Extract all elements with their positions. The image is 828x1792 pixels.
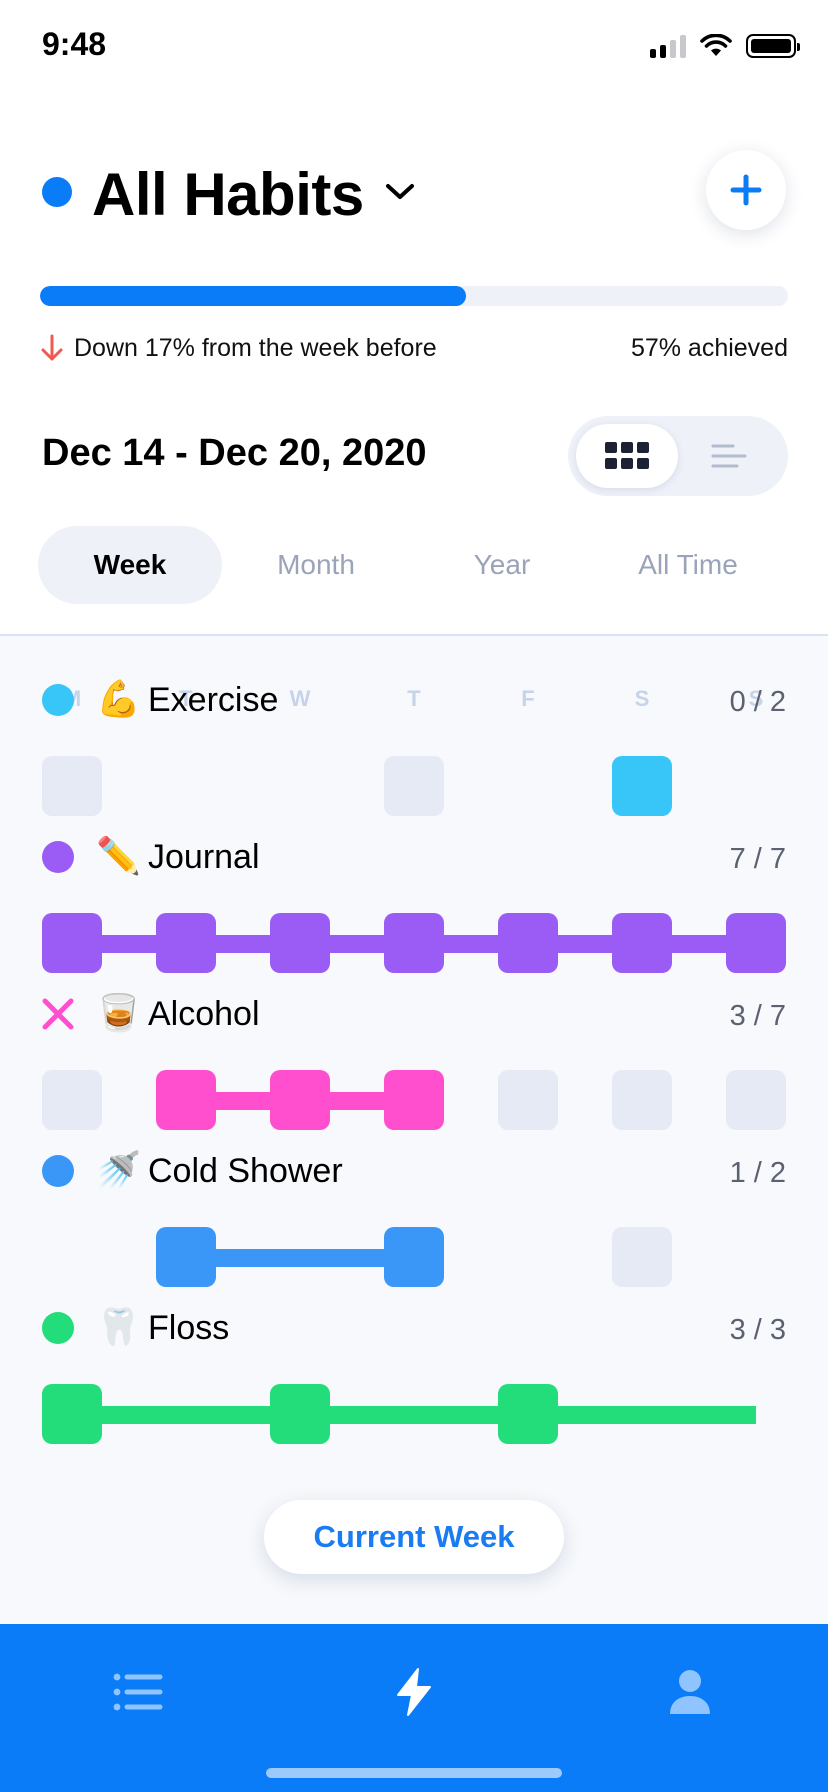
habit-status-dot[interactable] <box>42 1312 74 1344</box>
day-cell-done[interactable] <box>42 1384 102 1444</box>
habit-name: Floss <box>148 1309 230 1347</box>
habit-day-row <box>42 1070 786 1130</box>
habit-name: Journal <box>148 838 260 876</box>
tab-year[interactable]: Year <box>410 526 594 604</box>
day-cell-done[interactable] <box>384 1070 444 1130</box>
streak-connector <box>528 1406 756 1424</box>
day-cell-empty[interactable] <box>384 756 444 816</box>
day-cell-empty[interactable] <box>726 1070 786 1130</box>
day-cell-done[interactable] <box>270 1070 330 1130</box>
day-cell-empty[interactable] <box>42 756 102 816</box>
habit-row[interactable]: 💪 Exercise 0 / 2 <box>0 672 828 842</box>
status-bar: 9:48 <box>0 0 828 90</box>
period-tabs: Week Month Year All Time <box>38 526 798 604</box>
day-cell-done[interactable] <box>270 1384 330 1444</box>
habit-row[interactable]: ✏️ Journal 7 / 7 <box>0 829 828 999</box>
day-cell-done[interactable] <box>726 913 786 973</box>
habit-emoji: 🦷 <box>96 1307 141 1348</box>
profile-icon <box>670 1670 710 1714</box>
weekly-progress-fill <box>40 286 467 306</box>
tab-month[interactable]: Month <box>224 526 408 604</box>
day-cell-done[interactable] <box>156 1227 216 1287</box>
habit-day-row <box>42 1227 786 1287</box>
habit-day-row <box>42 913 786 973</box>
tab-profile[interactable] <box>650 1652 730 1732</box>
status-time: 9:48 <box>42 26 107 62</box>
day-cell-empty[interactable] <box>498 1070 558 1130</box>
battery-icon <box>746 34 800 58</box>
weekly-progress-bar <box>40 286 788 306</box>
arrow-down-icon <box>41 334 63 361</box>
chevron-down-icon[interactable] <box>384 180 416 204</box>
habit-group-color-dot <box>42 177 72 207</box>
tab-all-time[interactable]: All Time <box>596 526 780 604</box>
day-cell-done[interactable] <box>612 913 672 973</box>
tab-habit-list[interactable] <box>98 1652 178 1732</box>
wifi-icon <box>700 34 732 56</box>
grid-icon <box>605 442 649 469</box>
habit-count: 3 / 3 <box>729 1314 786 1346</box>
list-icon <box>113 1673 163 1711</box>
view-toggle[interactable] <box>568 416 788 496</box>
plus-icon <box>730 174 762 206</box>
list-bars-icon <box>711 444 747 468</box>
habit-count: 3 / 7 <box>729 1000 786 1032</box>
lightning-icon <box>397 1668 431 1716</box>
streak-connector <box>72 1406 300 1424</box>
trend-text: Down 17% from the week before <box>74 333 437 362</box>
status-icons <box>650 34 800 58</box>
habit-name: Alcohol <box>148 995 260 1033</box>
achieved-label: 57% achieved <box>630 333 788 362</box>
day-cell-done[interactable] <box>270 913 330 973</box>
streak-connector <box>186 1249 414 1267</box>
habit-name: Exercise <box>148 681 279 719</box>
habit-day-row <box>42 756 786 816</box>
habit-status-dot[interactable] <box>42 684 74 716</box>
habit-emoji: ✏️ <box>96 836 141 877</box>
current-week-button[interactable]: Current Week <box>264 1500 564 1574</box>
day-cell-done[interactable] <box>498 1384 558 1444</box>
habit-name: Cold Shower <box>148 1152 343 1190</box>
day-cell-done[interactable] <box>612 756 672 816</box>
cellular-signal-icon <box>650 34 686 58</box>
add-habit-button[interactable] <box>706 150 786 230</box>
habit-status-dot[interactable] <box>42 1155 74 1187</box>
trend-indicator: Down 17% from the week before <box>40 333 437 363</box>
day-cell-empty[interactable] <box>42 1070 102 1130</box>
page-title[interactable]: All Habits <box>92 160 364 229</box>
list-view-button[interactable] <box>678 424 780 488</box>
habit-row[interactable]: 🥃 Alcohol 3 / 7 <box>0 986 828 1156</box>
day-cell-done[interactable] <box>384 1227 444 1287</box>
tab-week[interactable]: Week <box>38 526 222 604</box>
habit-emoji: 🥃 <box>96 993 141 1034</box>
habit-break-x-icon[interactable] <box>40 996 76 1032</box>
date-range: Dec 14 - Dec 20, 2020 <box>42 432 427 474</box>
habit-count: 7 / 7 <box>729 843 786 875</box>
grid-view-button[interactable] <box>576 424 678 488</box>
habit-row[interactable]: 🦷 Floss 3 / 3 <box>0 1300 828 1470</box>
habit-count: 0 / 2 <box>729 686 786 718</box>
bottom-tab-bar <box>0 1624 828 1792</box>
day-cell-done[interactable] <box>498 913 558 973</box>
progress-caption: Down 17% from the week before 57% achiev… <box>40 330 788 366</box>
habit-count: 1 / 2 <box>729 1157 786 1189</box>
habit-day-row <box>42 1384 786 1444</box>
day-cell-empty[interactable] <box>612 1070 672 1130</box>
habit-status-dot[interactable] <box>42 841 74 873</box>
day-cell-done[interactable] <box>384 913 444 973</box>
habit-emoji: 💪 <box>96 679 141 720</box>
habit-grid[interactable]: M T W T F S S 💪Exercise0 / 2✏️Journal7 /… <box>0 636 828 1624</box>
day-cell-done[interactable] <box>42 913 102 973</box>
tab-activity[interactable] <box>374 1652 454 1732</box>
day-cell-empty[interactable] <box>612 1227 672 1287</box>
streak-connector <box>300 1406 528 1424</box>
day-cell-done[interactable] <box>156 1070 216 1130</box>
home-indicator <box>266 1768 562 1778</box>
day-cell-done[interactable] <box>156 913 216 973</box>
habit-emoji: 🚿 <box>96 1150 141 1191</box>
header: All Habits <box>0 150 828 250</box>
habit-row[interactable]: 🚿 Cold Shower 1 / 2 <box>0 1143 828 1313</box>
